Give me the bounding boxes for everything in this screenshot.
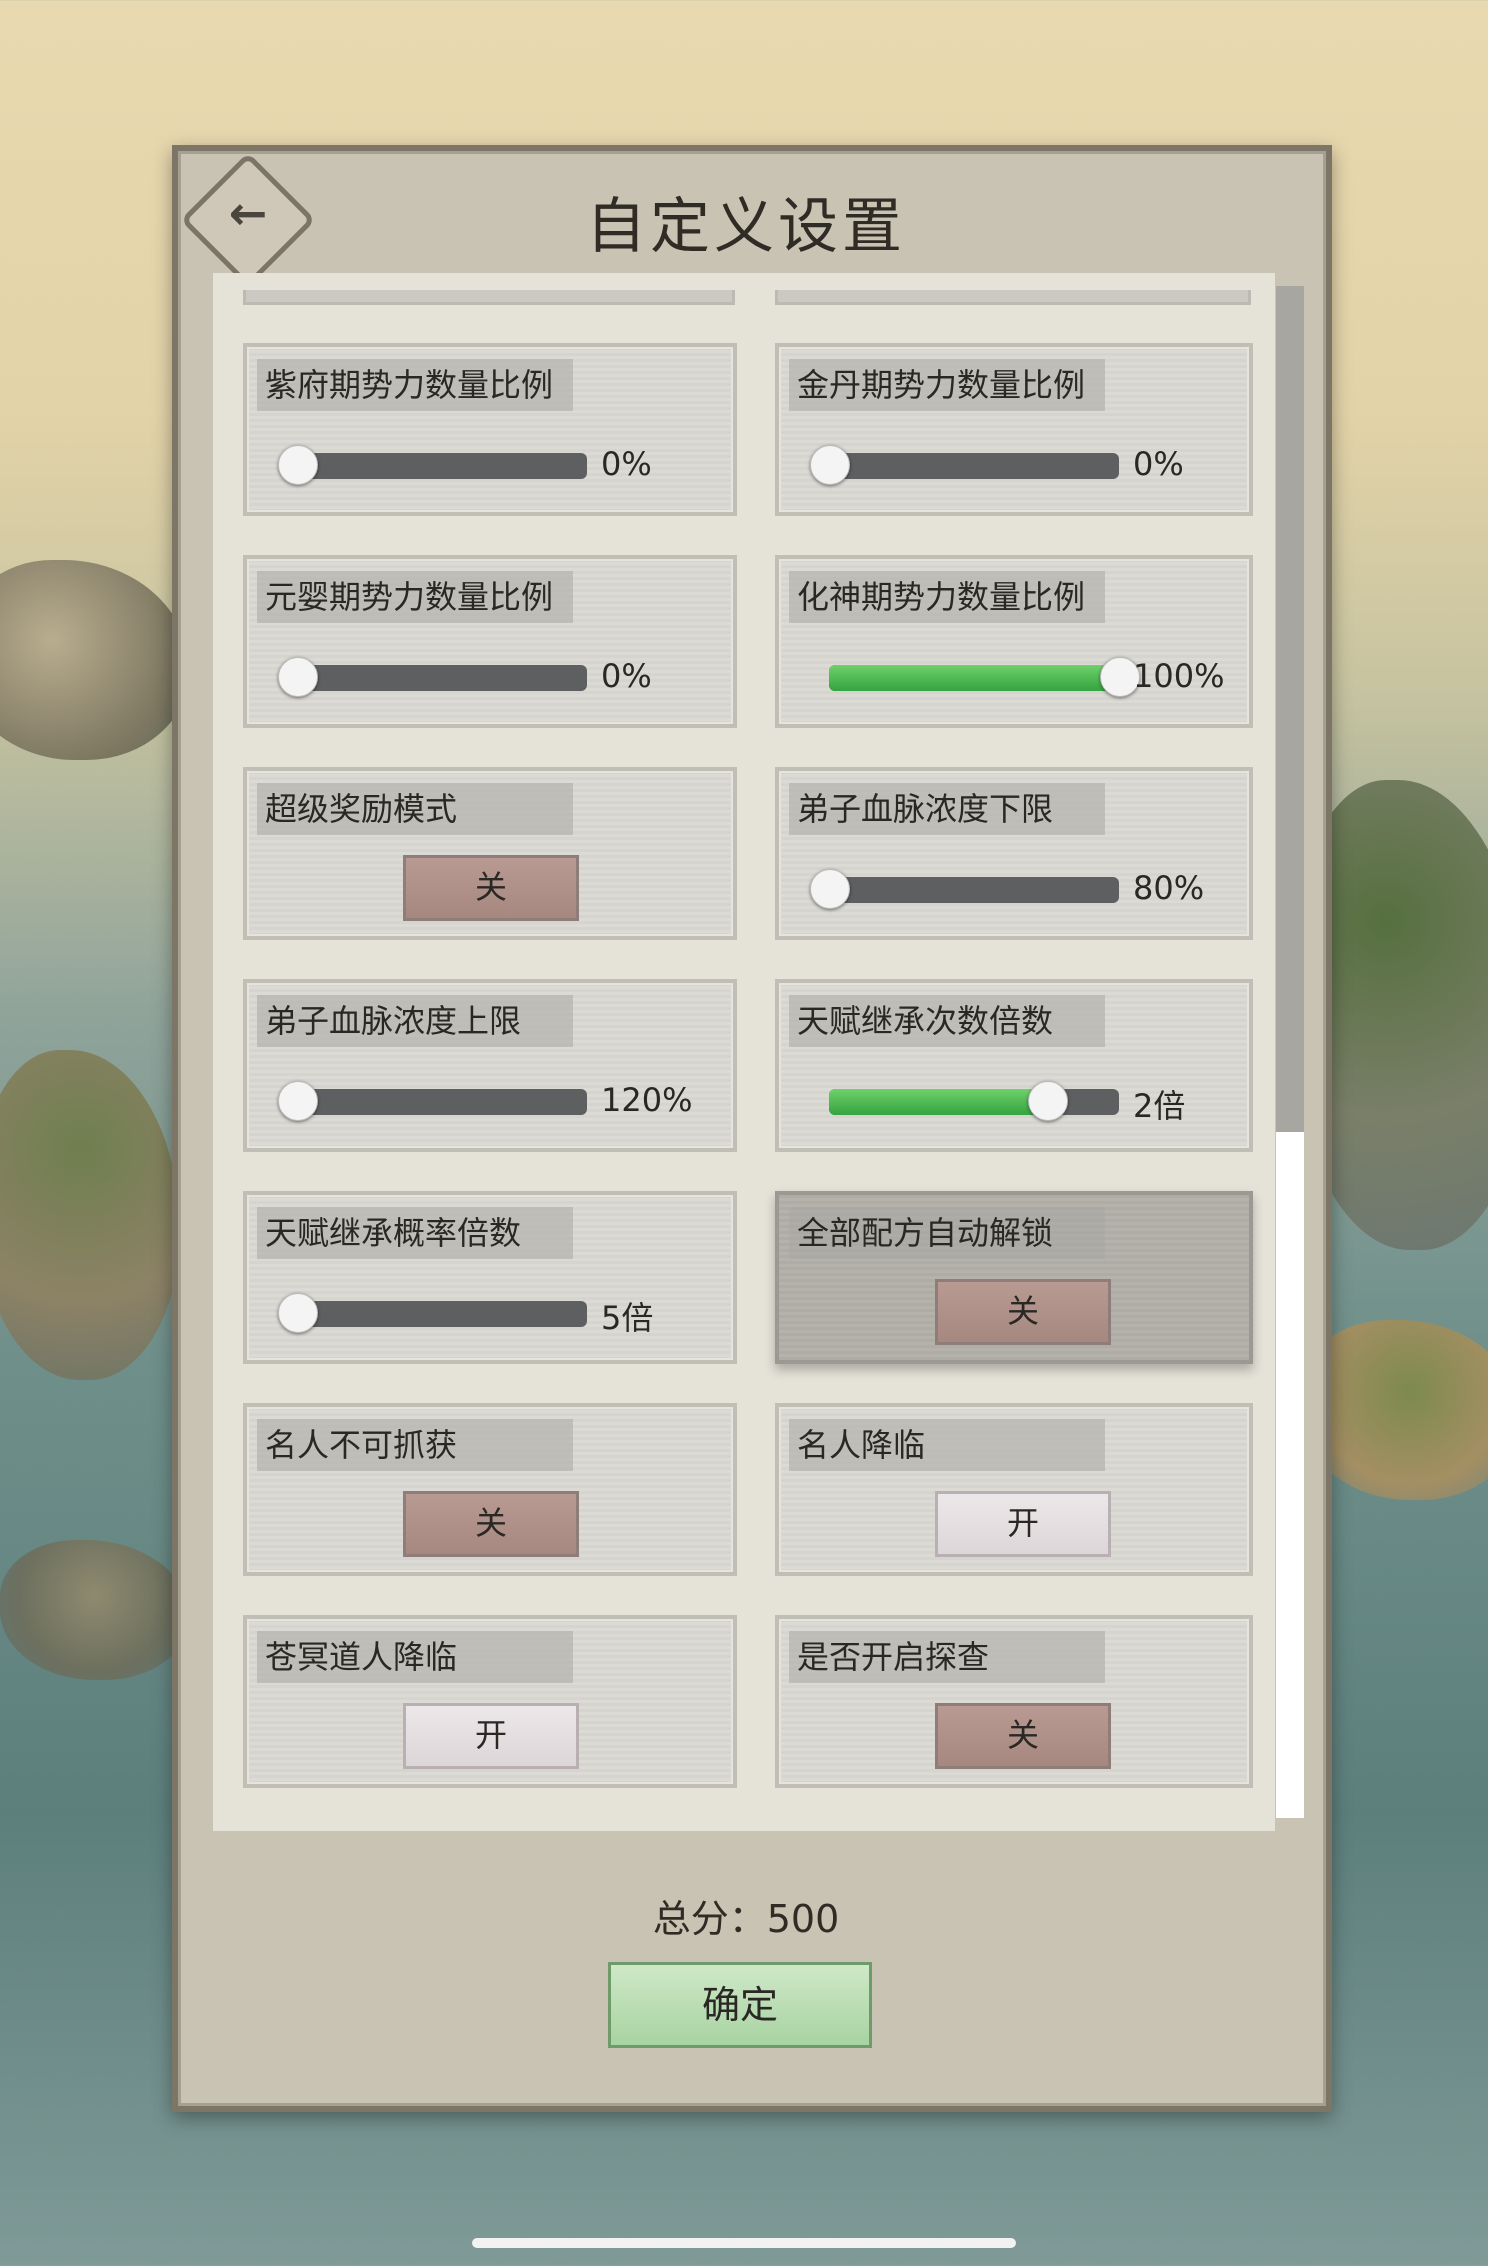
setting-card: 天赋继承次数倍数 2倍 bbox=[775, 979, 1253, 1152]
setting-label: 苍冥道人降临 bbox=[257, 1631, 573, 1683]
total-score: 总分：500 bbox=[652, 1897, 840, 1941]
setting-card: 元婴期势力数量比例 0% bbox=[243, 555, 737, 728]
setting-card: 名人不可抓获关 bbox=[243, 1403, 737, 1576]
background-island bbox=[0, 1540, 190, 1680]
setting-label: 元婴期势力数量比例 bbox=[257, 571, 573, 623]
setting-label: 超级奖励模式 bbox=[257, 783, 573, 835]
setting-card: 弟子血脉浓度上限 120% bbox=[243, 979, 737, 1152]
home-indicator bbox=[472, 2238, 1016, 2248]
setting-label: 天赋继承次数倍数 bbox=[789, 995, 1105, 1047]
setting-label: 紫府期势力数量比例 bbox=[257, 359, 573, 411]
slider-knob[interactable] bbox=[810, 445, 850, 485]
setting-label: 名人降临 bbox=[789, 1419, 1105, 1471]
setting-slider[interactable] bbox=[278, 1081, 587, 1121]
setting-card: 是否开启探查关 bbox=[775, 1615, 1253, 1788]
setting-label: 弟子血脉浓度下限 bbox=[789, 783, 1105, 835]
slider-knob[interactable] bbox=[278, 1293, 318, 1333]
slider-value: 0% bbox=[601, 445, 652, 483]
setting-card: 名人降临开 bbox=[775, 1403, 1253, 1576]
setting-label: 名人不可抓获 bbox=[257, 1419, 573, 1471]
slider-value: 0% bbox=[601, 657, 652, 695]
setting-card: 超级奖励模式关 bbox=[243, 767, 737, 940]
background-island bbox=[0, 560, 190, 760]
setting-slider[interactable] bbox=[278, 445, 587, 485]
setting-label: 弟子血脉浓度上限 bbox=[257, 995, 573, 1047]
setting-slider[interactable] bbox=[278, 1293, 587, 1333]
setting-slider[interactable] bbox=[810, 869, 1119, 909]
background-island bbox=[0, 1050, 180, 1380]
slider-value: 100% bbox=[1133, 657, 1225, 695]
slider-knob[interactable] bbox=[278, 1081, 318, 1121]
confirm-button[interactable]: 确定 bbox=[608, 1962, 872, 2048]
slider-fill bbox=[829, 665, 1119, 691]
setting-label: 金丹期势力数量比例 bbox=[789, 359, 1105, 411]
slider-value: 120% bbox=[601, 1081, 693, 1119]
page-title: 自定义设置 bbox=[586, 192, 906, 262]
slider-fill bbox=[829, 1089, 1047, 1115]
setting-label: 天赋继承概率倍数 bbox=[257, 1207, 573, 1259]
scrollbar-thumb[interactable] bbox=[1276, 286, 1304, 1132]
setting-slider[interactable] bbox=[829, 1081, 1119, 1121]
slider-value: 5倍 bbox=[601, 1299, 654, 1337]
toggle-button[interactable]: 关 bbox=[403, 1491, 579, 1557]
slider-knob[interactable] bbox=[1027, 1081, 1068, 1121]
slider-knob[interactable] bbox=[810, 869, 850, 909]
list-item-partial bbox=[775, 290, 1251, 305]
slider-value: 2倍 bbox=[1133, 1087, 1186, 1125]
toggle-button[interactable]: 关 bbox=[403, 855, 579, 921]
slider-knob[interactable] bbox=[278, 657, 318, 697]
setting-card: 紫府期势力数量比例 0% bbox=[243, 343, 737, 516]
setting-card: 金丹期势力数量比例 0% bbox=[775, 343, 1253, 516]
setting-label: 全部配方自动解锁 bbox=[789, 1207, 1105, 1259]
setting-card: 弟子血脉浓度下限 80% bbox=[775, 767, 1253, 940]
setting-card: 全部配方自动解锁关 bbox=[775, 1191, 1253, 1364]
setting-card: 化神期势力数量比例 100% bbox=[775, 555, 1253, 728]
toggle-button[interactable]: 开 bbox=[935, 1491, 1111, 1557]
setting-label: 化神期势力数量比例 bbox=[789, 571, 1105, 623]
toggle-button[interactable]: 关 bbox=[935, 1279, 1111, 1345]
setting-label: 是否开启探查 bbox=[789, 1631, 1105, 1683]
slider-value: 0% bbox=[1133, 445, 1184, 483]
toggle-button[interactable]: 关 bbox=[935, 1703, 1111, 1769]
setting-slider[interactable] bbox=[278, 657, 587, 697]
toggle-button[interactable]: 开 bbox=[403, 1703, 579, 1769]
setting-card: 天赋继承概率倍数 5倍 bbox=[243, 1191, 737, 1364]
slider-knob[interactable] bbox=[278, 445, 318, 485]
setting-slider[interactable] bbox=[810, 445, 1119, 485]
setting-slider[interactable] bbox=[829, 657, 1140, 697]
setting-card: 苍冥道人降临开 bbox=[243, 1615, 737, 1788]
list-item-partial bbox=[243, 290, 735, 305]
slider-value: 80% bbox=[1133, 869, 1205, 907]
